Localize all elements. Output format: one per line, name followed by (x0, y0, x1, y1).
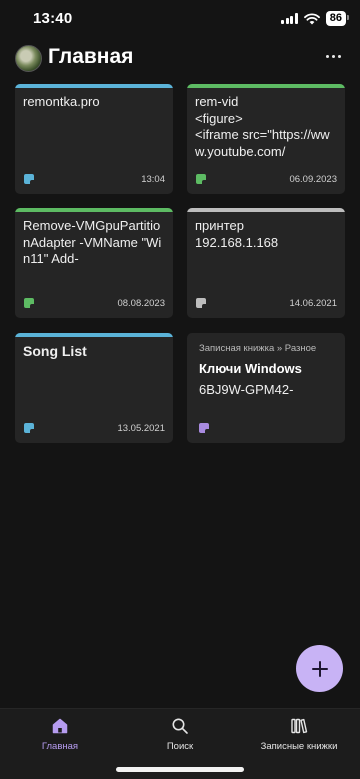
nav-search-label: Поиск (166, 741, 194, 752)
status-bar: 13:40 86 (0, 0, 360, 40)
home-indicator[interactable] (116, 767, 244, 772)
note-icon (196, 174, 206, 184)
battery-indicator: 86 (325, 11, 350, 26)
note-date: 13.05.2021 (117, 423, 165, 434)
add-note-button[interactable] (296, 645, 343, 692)
note-date: 06.09.2023 (289, 174, 337, 185)
cellular-signal-icon (281, 13, 298, 24)
note-text: rem-vid <figure> <iframe src="https://ww… (195, 94, 330, 159)
note-icon (196, 298, 206, 308)
nav-home[interactable]: Главная (5, 717, 115, 752)
note-card[interactable]: Remove-VMGpuPartitionAdapter -VMName "Wi… (15, 208, 173, 318)
note-card[interactable]: Записная книжка » Разное Ключи Windows 6… (187, 333, 345, 443)
note-card[interactable]: принтер 192.168.1.168 14.06.2021 (187, 208, 345, 318)
app-header: Главная (0, 40, 360, 80)
note-date: 13:04 (141, 174, 165, 185)
wifi-icon (303, 12, 320, 24)
search-icon (172, 718, 188, 734)
note-card[interactable]: Song List 13.05.2021 (15, 333, 173, 443)
note-text: Song List (23, 343, 87, 359)
notebook-breadcrumb: Записная книжка » Разное (199, 343, 317, 354)
home-icon (52, 718, 68, 734)
nav-notebooks-label: Записные книжки (260, 741, 338, 752)
note-title: Ключи Windows (199, 361, 302, 376)
note-card[interactable]: remontka.pro 13:04 (15, 84, 173, 194)
page-title: Главная (48, 45, 134, 68)
note-icon (24, 423, 34, 433)
note-icon (24, 174, 34, 184)
plus-icon (311, 660, 328, 677)
nav-search[interactable]: Поиск (125, 717, 235, 752)
note-text: remontka.pro (23, 94, 100, 109)
nav-home-label: Главная (41, 741, 79, 752)
note-text: принтер 192.168.1.168 (195, 218, 279, 250)
note-text: Remove-VMGpuPartitionAdapter -VMName "Wi… (23, 218, 162, 266)
note-date: 08.08.2023 (117, 298, 165, 309)
status-time: 13:40 (33, 10, 73, 27)
bottom-navigation: Главная Поиск Записные книжки (0, 708, 360, 779)
note-text: 6BJ9W-GPM42- (199, 382, 294, 397)
avatar[interactable] (15, 45, 42, 72)
notebook-note-icon (199, 423, 209, 433)
note-date: 14.06.2021 (289, 298, 337, 309)
note-card[interactable]: rem-vid <figure> <iframe src="https://ww… (187, 84, 345, 194)
status-icons: 86 (281, 11, 350, 26)
nav-notebooks[interactable]: Записные книжки (244, 717, 354, 752)
note-icon (24, 298, 34, 308)
notebooks-icon (291, 718, 308, 734)
more-options-icon[interactable] (326, 48, 344, 64)
